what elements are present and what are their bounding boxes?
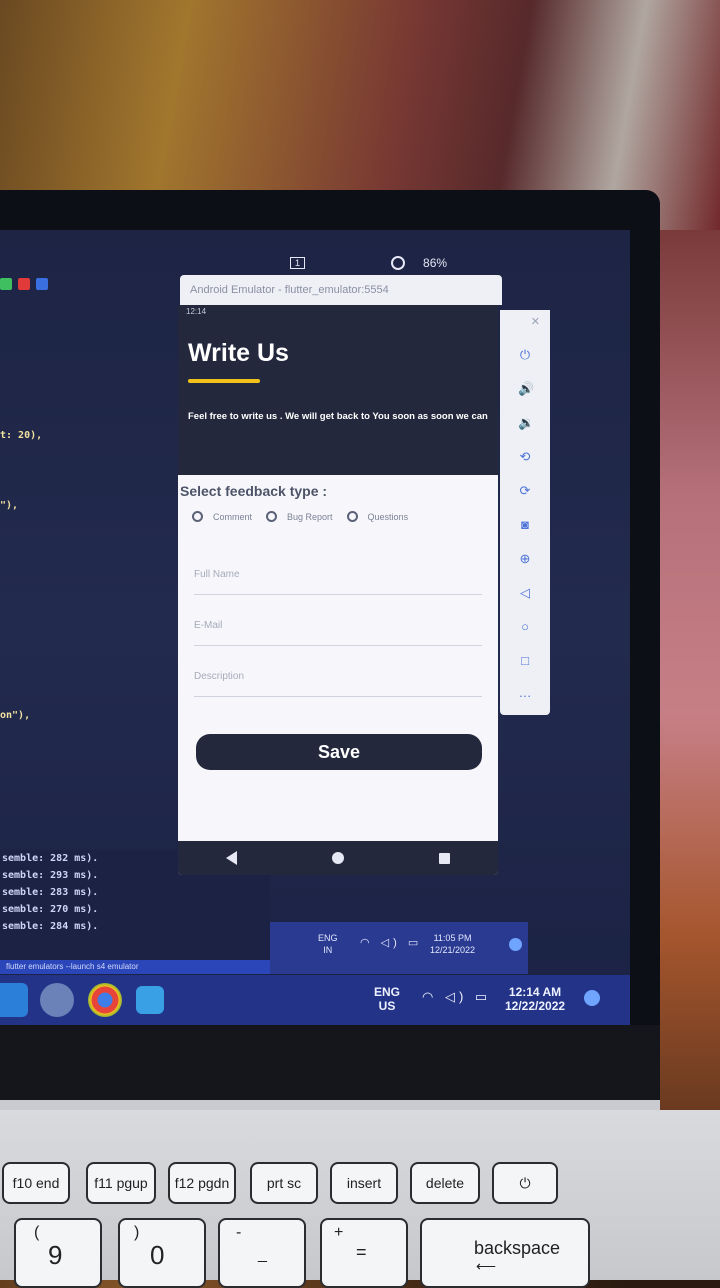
more-icon[interactable]: … bbox=[518, 686, 532, 700]
radio-label: Bug Report bbox=[287, 511, 333, 522]
page-subtitle: Feel free to write us . We will get back… bbox=[188, 411, 488, 422]
radio-circle-icon[interactable] bbox=[346, 511, 358, 522]
notification-icon[interactable] bbox=[584, 990, 600, 1006]
form-body: Select feedback type : Comment Bug Repor… bbox=[178, 475, 498, 861]
key-minus-label: - bbox=[236, 1224, 242, 1241]
f11-key[interactable]: f11 pgup bbox=[86, 1162, 156, 1204]
prtsc-key[interactable]: prt sc bbox=[250, 1162, 318, 1204]
phone-screen: 12:14 Write Us Feel free to write us . W… bbox=[178, 305, 498, 875]
zoom-icon[interactable]: ⊕ bbox=[518, 552, 532, 566]
delete-key[interactable]: delete bbox=[410, 1162, 480, 1204]
feedback-type-label: Select feedback type : bbox=[180, 483, 328, 499]
phone-status-time: 12:14 bbox=[178, 305, 498, 319]
backspace-label: backspace bbox=[474, 1238, 561, 1258]
screen-top-indicators: 1 86% bbox=[290, 256, 447, 270]
close-icon[interactable]: ✕ bbox=[531, 315, 540, 328]
arrow-left-icon: ⟵ bbox=[476, 1258, 497, 1274]
inner-time: 11:05 PM bbox=[433, 933, 472, 943]
save-button[interactable]: Save bbox=[196, 734, 482, 770]
title-underline bbox=[188, 379, 260, 383]
back-icon[interactable]: ◁ bbox=[518, 586, 532, 600]
rotate-right-icon[interactable]: ⟳ bbox=[518, 484, 532, 498]
radio-circle-icon[interactable] bbox=[266, 511, 278, 522]
log-line: semble: 283 ms). bbox=[2, 887, 99, 898]
page-title: Write Us bbox=[188, 339, 289, 367]
emulator-title-bar[interactable]: Android Emulator - flutter_emulator:5554 bbox=[180, 275, 502, 305]
inner-taskbar: ENG IN ◠ ◁) ▭ 11:05 PM 12/21/2022 bbox=[270, 922, 528, 974]
insert-key[interactable]: insert bbox=[330, 1162, 398, 1204]
key-0-shift: ) bbox=[134, 1224, 140, 1241]
code-line: "), bbox=[0, 500, 19, 511]
home-icon[interactable] bbox=[331, 852, 344, 864]
inner-lang: ENG bbox=[318, 933, 338, 943]
backspace-key[interactable]: backspace ⟵ bbox=[420, 1218, 590, 1288]
vscode-icon[interactable] bbox=[0, 983, 28, 1017]
back-icon[interactable] bbox=[225, 851, 237, 865]
log-line: semble: 284 ms). bbox=[2, 921, 99, 932]
lang: ENG bbox=[374, 985, 401, 999]
key-minus-shift: _ bbox=[258, 1246, 267, 1263]
laptop-chin bbox=[0, 1025, 660, 1110]
clock[interactable]: 12:14 AM 12/22/2022 bbox=[505, 985, 565, 1013]
key-0[interactable]: ) 0 bbox=[118, 1218, 206, 1288]
radio-bug-report[interactable]: Bug Report bbox=[266, 511, 333, 522]
key-9-label: 9 bbox=[48, 1240, 63, 1270]
app-icon[interactable] bbox=[40, 983, 74, 1017]
key-equals[interactable]: + = bbox=[320, 1218, 408, 1288]
notification-icon[interactable] bbox=[509, 938, 522, 951]
email-field[interactable]: E-Mail bbox=[194, 615, 482, 646]
laptop-screen: t: 20), "), on"), 1 86% semble: 282 ms).… bbox=[0, 230, 630, 1025]
inner-system-tray[interactable]: ◠ ◁) ▭ bbox=[360, 936, 422, 949]
feedback-type-group: Comment Bug Report Questions bbox=[192, 511, 498, 522]
volume-up-icon[interactable]: 🔊 bbox=[518, 382, 534, 396]
android-nav-bar bbox=[178, 841, 498, 875]
key-minus[interactable]: - _ bbox=[218, 1218, 306, 1288]
f10-key[interactable]: f10 end bbox=[2, 1162, 70, 1204]
key-equals-label: = bbox=[356, 1242, 367, 1262]
radio-comment[interactable]: Comment bbox=[192, 511, 252, 522]
taskbar: ENG US ◠ ◁) ▭ 12:14 AM 12/22/2022 bbox=[0, 975, 630, 1025]
description-field[interactable]: Description bbox=[194, 666, 482, 697]
chrome-icon[interactable] bbox=[88, 983, 122, 1017]
key-9-shift: ( bbox=[34, 1224, 40, 1241]
f12-key[interactable]: f12 pgdn bbox=[168, 1162, 236, 1204]
key-9[interactable]: ( 9 bbox=[14, 1218, 102, 1288]
zoom-icon bbox=[391, 256, 406, 270]
ide-status-bar: flutter emulators --launch s4 emulator bbox=[0, 960, 270, 974]
overview-icon[interactable]: □ bbox=[518, 654, 532, 668]
power-icon: ⏻ bbox=[519, 1174, 531, 1191]
code-line: on"), bbox=[0, 710, 31, 721]
power-icon[interactable]: ⏻ bbox=[518, 348, 532, 362]
language-indicator[interactable]: ENG US bbox=[374, 985, 400, 1013]
inner-date: 12/21/2022 bbox=[430, 945, 476, 955]
inner-clock[interactable]: 11:05 PM 12/21/2022 bbox=[430, 932, 475, 956]
full-name-field[interactable]: Full Name bbox=[194, 564, 482, 595]
radio-questions[interactable]: Questions bbox=[346, 511, 409, 522]
date: 12/22/2022 bbox=[505, 999, 566, 1013]
inner-language-indicator[interactable]: ENG IN bbox=[318, 932, 338, 956]
zoom-level: 86% bbox=[423, 256, 448, 270]
camera-icon[interactable]: ◙ bbox=[518, 518, 532, 532]
window-count-badge: 1 bbox=[290, 257, 306, 269]
android-studio-icon[interactable] bbox=[136, 986, 164, 1014]
code-line: t: 20), bbox=[0, 430, 43, 441]
time: 12:14 AM bbox=[508, 985, 562, 999]
radio-label: Questions bbox=[367, 511, 409, 522]
emulator-toolbar: ✕ ⏻ 🔊 🔉 ⟲ ⟳ ◙ ⊕ ◁ ○ □ … bbox=[500, 310, 550, 715]
system-tray[interactable]: ◠ ◁) ▭ bbox=[422, 989, 491, 1005]
code-editor: t: 20), "), on"), bbox=[0, 230, 180, 830]
log-line: semble: 270 ms). bbox=[2, 904, 99, 915]
rotate-left-icon[interactable]: ⟲ bbox=[518, 450, 532, 464]
power-key[interactable]: ⏻ bbox=[492, 1162, 558, 1204]
home-icon[interactable]: ○ bbox=[518, 620, 532, 634]
radio-circle-icon[interactable] bbox=[192, 511, 203, 522]
app-header: Write Us Feel free to write us . We will… bbox=[178, 319, 498, 475]
volume-down-icon[interactable]: 🔉 bbox=[518, 416, 534, 430]
radio-label: Comment bbox=[213, 511, 253, 522]
inner-region: IN bbox=[323, 945, 333, 955]
region: US bbox=[378, 999, 396, 1013]
key-0-label: 0 bbox=[150, 1240, 165, 1270]
key-equals-shift: + bbox=[334, 1224, 344, 1241]
recents-icon[interactable] bbox=[439, 852, 451, 864]
